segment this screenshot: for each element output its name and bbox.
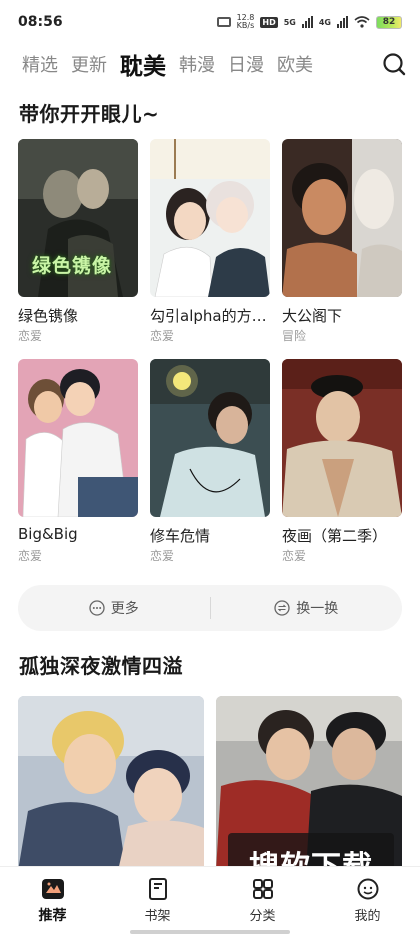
comic-title[interactable]: 勾引alpha的方… <box>150 305 270 325</box>
comic-cover[interactable] <box>18 696 204 871</box>
nav-profile-label: 我的 <box>354 909 381 924</box>
search-icon[interactable] <box>381 51 407 77</box>
comic-cover[interactable] <box>150 139 270 297</box>
tab-japanese[interactable]: 日漫 <box>228 51 264 77</box>
nav-category-label: 分类 <box>249 909 276 924</box>
comic-grid: 绿色镌像 绿色镌像 恋爱 勾引alpha的方… 恋爱 大公阁下 冒险 Big&B… <box>18 139 403 563</box>
signal-4g-icon <box>337 16 348 28</box>
nav-profile[interactable]: 我的 <box>315 867 420 936</box>
more-dots-icon <box>89 600 105 616</box>
comic-cover[interactable] <box>282 359 402 517</box>
comic-card[interactable]: 勾引alpha的方… 恋爱 <box>150 139 270 343</box>
comic-title[interactable]: 修车危情 <box>150 525 270 545</box>
comic-tag: 恋爱 <box>18 329 43 343</box>
comic-tag: 恋爱 <box>282 549 307 563</box>
comic-cover[interactable] <box>282 139 402 297</box>
status-time: 08:56 <box>18 14 63 30</box>
refresh-button[interactable]: 换一换 <box>211 585 403 631</box>
comic-tag: 恋爱 <box>150 549 175 563</box>
tab-featured[interactable]: 精选 <box>22 51 58 77</box>
swap-icon <box>274 600 290 616</box>
signal-5g-icon <box>301 16 313 28</box>
section-title: 带你开开眼儿~ <box>19 98 160 127</box>
wifi-icon <box>354 16 370 28</box>
tab-bl[interactable]: 耽美 <box>120 47 166 81</box>
status-icons: 12.8 KB/s HD 5G 4G 82 <box>216 14 402 30</box>
tab-korean[interactable]: 韩漫 <box>179 51 215 77</box>
comic-cover[interactable]: 绿色镌像 <box>18 139 138 297</box>
network-speed: 12.8 KB/s <box>237 14 255 30</box>
profile-icon <box>357 878 378 900</box>
nav-recommend-label: 推荐 <box>38 908 67 924</box>
battery-indicator: 82 <box>376 15 402 29</box>
nav-bookshelf-label: 书架 <box>144 909 171 924</box>
hd-badge: HD <box>260 16 278 28</box>
status-bar: 08:56 12.8 KB/s HD 5G 4G 82 <box>0 0 420 44</box>
home-indicator <box>130 930 290 934</box>
comic-card[interactable]: 夜画（第二季） 恋爱 <box>282 359 402 563</box>
bottom-navigation: 推荐 书架 分类 我的 <box>0 866 420 936</box>
comic-card[interactable]: Big&Big 恋爱 <box>18 359 138 563</box>
comic-tag: 恋爱 <box>150 329 175 343</box>
comic-card[interactable]: 绿色镌像 绿色镌像 恋爱 <box>18 139 138 343</box>
vibrate-icon <box>216 17 231 27</box>
section-title: 孤独深夜激情四溢 <box>19 650 183 679</box>
comic-title[interactable]: 夜画（第二季） <box>282 525 402 545</box>
comic-tag: 冒险 <box>282 329 307 343</box>
nav-category[interactable]: 分类 <box>210 867 315 936</box>
nav-recommend[interactable]: 推荐 <box>0 867 105 936</box>
comic-cover[interactable] <box>150 359 270 517</box>
net-4g-label: 4G <box>318 17 331 27</box>
category-icon <box>252 879 273 899</box>
network-speed-unit: KB/s <box>236 21 255 30</box>
comic-card[interactable]: 大公阁下 冒险 <box>282 139 402 343</box>
more-button[interactable]: 更多 <box>18 585 210 631</box>
recommend-icon <box>41 879 64 899</box>
comic-cover[interactable] <box>18 359 138 517</box>
comic-card[interactable]: 修车危情 恋爱 <box>150 359 270 563</box>
cover-title-art: 绿色镌像 <box>32 255 113 277</box>
refresh-label: 换一换 <box>296 601 339 617</box>
tab-western[interactable]: 欧美 <box>277 51 313 77</box>
category-tabs: 精选 更新 耽美 韩漫 日漫 欧美 <box>0 44 420 84</box>
comic-title[interactable]: 绿色镌像 <box>18 305 138 325</box>
bookshelf-icon <box>148 878 167 900</box>
comic-title[interactable]: 大公阁下 <box>282 305 402 325</box>
tab-updates[interactable]: 更新 <box>71 51 107 77</box>
comic-title[interactable]: Big&Big <box>18 525 138 545</box>
more-label: 更多 <box>110 601 139 617</box>
net-5g-label: 5G <box>283 17 296 27</box>
nav-bookshelf[interactable]: 书架 <box>105 867 210 936</box>
section-action-bar: 更多 换一换 <box>18 585 402 631</box>
comic-tag: 恋爱 <box>18 549 43 563</box>
